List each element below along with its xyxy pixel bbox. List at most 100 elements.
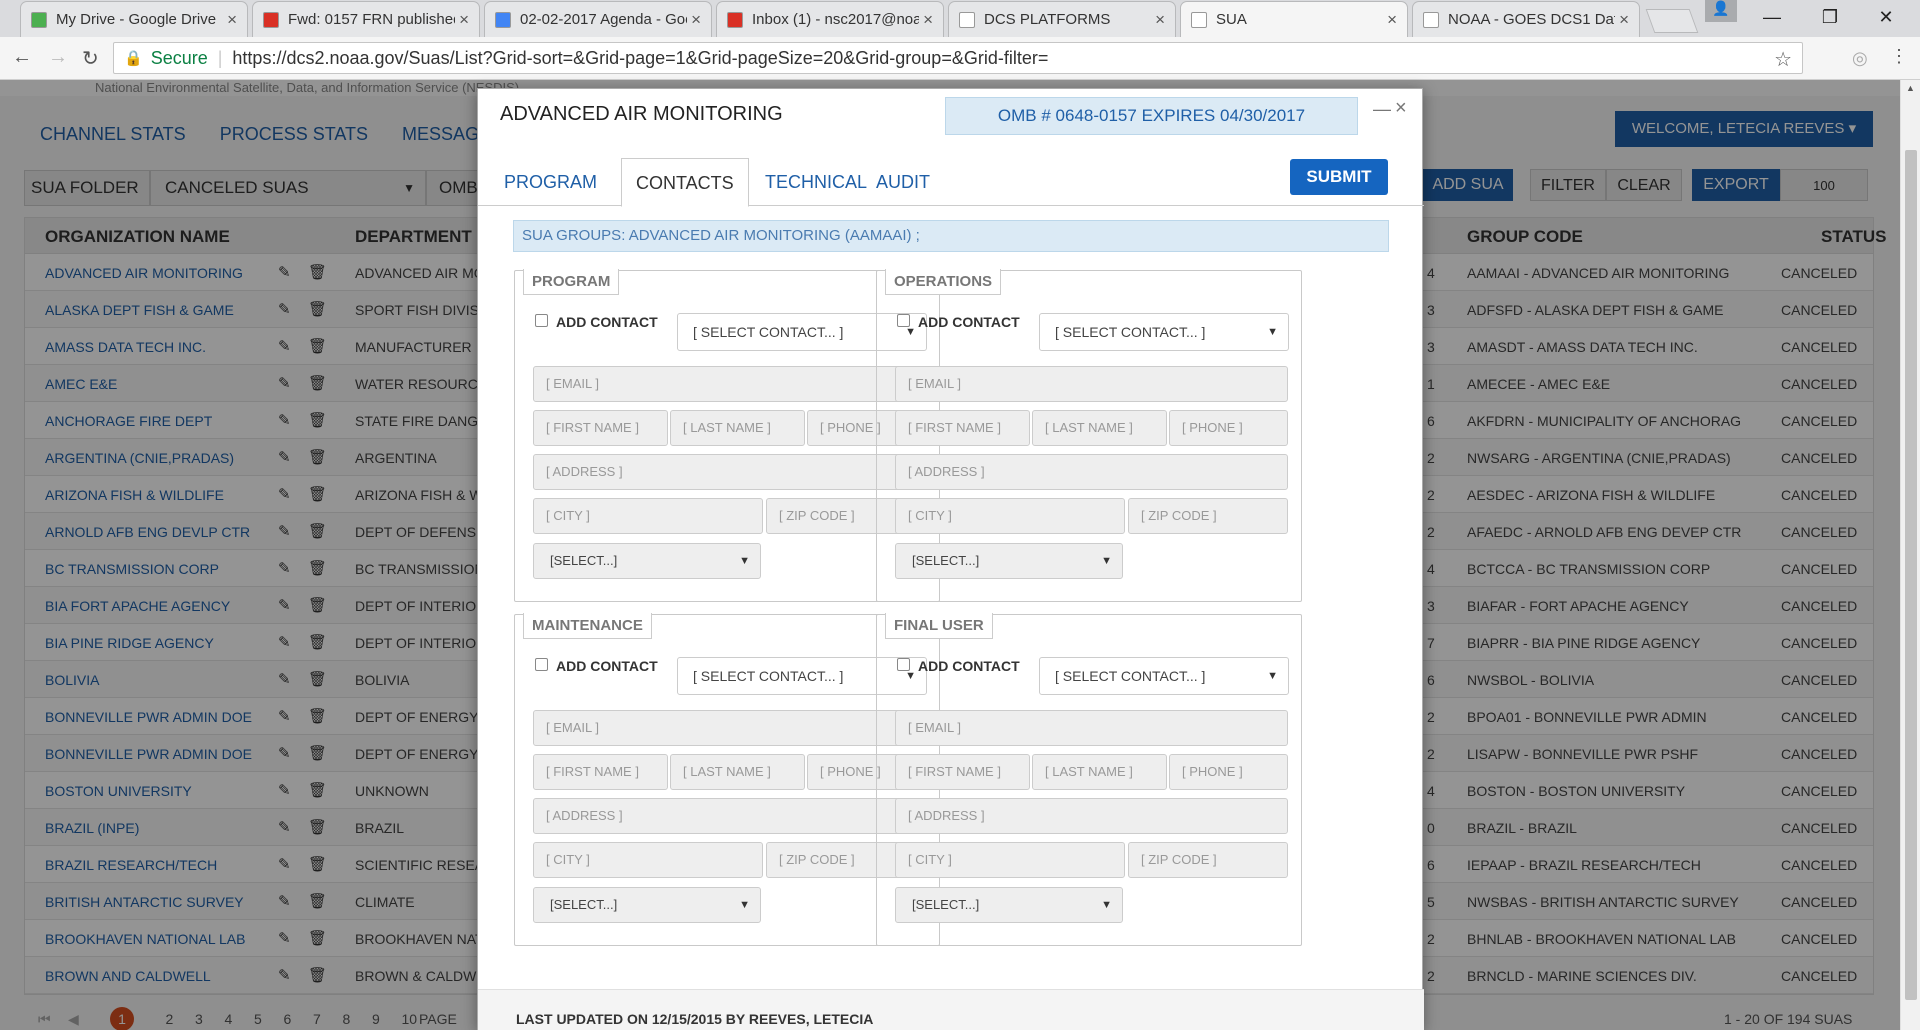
close-tab-icon[interactable]: × [459,10,469,30]
add-contact-checkbox[interactable] [535,314,548,327]
add-contact-label: ADD CONTACT [556,658,658,674]
close-tab-icon[interactable]: × [691,10,701,30]
chevron-down-icon: ▼ [1267,670,1278,682]
phone-field[interactable]: [ PHONE ] [1169,410,1288,446]
browser-tab-title: Fwd: 0157 FRN published [288,11,456,28]
last-name-field[interactable]: [ LAST NAME ] [670,754,805,790]
browser-menu-icon[interactable]: ⋮ [1890,46,1908,67]
last-updated-text: LAST UPDATED ON 12/15/2015 BY REEVES, LE… [516,1011,874,1027]
browser-tab[interactable]: Fwd: 0157 FRN published × [252,1,480,37]
city-field[interactable]: [ CITY ] [895,842,1125,878]
add-contact-checkbox[interactable] [897,658,910,671]
state-select[interactable]: [SELECT...] ▼ [533,887,761,923]
browser-tab-title: Inbox (1) - nsc2017@noaa.gov [752,11,920,28]
zip-code-field[interactable]: [ ZIP CODE ] [1128,498,1288,534]
extension-icon[interactable]: ◎ [1852,48,1868,69]
close-modal-icon[interactable]: × [1395,97,1407,120]
state-select-value: [SELECT...] [550,897,618,912]
scrollbar-thumb[interactable] [1905,150,1917,1000]
email-field[interactable]: [ EMAIL ] [533,710,926,746]
browser-tab-title: SUA [1216,11,1247,28]
chevron-down-icon: ▼ [739,555,750,567]
last-name-field[interactable]: [ LAST NAME ] [1032,410,1167,446]
submit-button[interactable]: SUBMIT [1290,159,1388,195]
first-name-field[interactable]: [ FIRST NAME ] [895,410,1030,446]
reload-icon[interactable]: ↻ [82,46,99,71]
modal-tabs: PROGRAM CONTACTS TECHNICAL AUDIT [478,158,1424,207]
zip-code-field[interactable]: [ ZIP CODE ] [1128,842,1288,878]
page-scrollbar[interactable]: ▲ [1900,80,1920,1030]
city-field[interactable]: [ CITY ] [533,498,763,534]
gmail-icon [263,11,279,28]
tab-program[interactable]: PROGRAM [490,158,611,206]
email-field[interactable]: [ EMAIL ] [895,710,1288,746]
url-separator: | [217,47,223,68]
url-text: https://dcs2.noaa.gov/Suas/List?Grid-sor… [232,47,1049,68]
first-name-field[interactable]: [ FIRST NAME ] [533,754,668,790]
city-field[interactable]: [ CITY ] [533,842,763,878]
browser-tab[interactable]: 02-02-2017 Agenda - Google Docs× [484,1,712,37]
browser-tab[interactable]: NOAA - GOES DCS1 Data × [1412,1,1640,37]
state-select[interactable]: [SELECT...] ▼ [895,543,1123,579]
last-name-field[interactable]: [ LAST NAME ] [1032,754,1167,790]
browser-tab-title: 02-02-2017 Agenda - Google Docs [520,11,687,28]
phone-field[interactable]: [ PHONE ] [1169,754,1288,790]
chevron-down-icon: ▼ [739,899,750,911]
address-field[interactable]: [ ADDRESS ] [895,798,1288,834]
modal-title: ADVANCED AIR MONITORING [500,103,783,125]
state-select[interactable]: [SELECT...] ▼ [533,543,761,579]
new-tab-button[interactable] [1645,9,1699,33]
address-field[interactable]: [ ADDRESS ] [533,454,926,490]
profile-icon[interactable]: 👤 [1705,0,1737,22]
close-tab-icon[interactable]: × [1619,10,1629,30]
section-title: OPERATIONS [885,269,1002,295]
scroll-up-icon[interactable]: ▲ [1906,83,1915,93]
forward-arrow-icon[interactable]: → [48,46,68,69]
email-field[interactable]: [ EMAIL ] [533,366,926,402]
add-contact-label: ADD CONTACT [556,314,658,330]
close-tab-icon[interactable]: × [227,10,237,30]
minimize-modal-icon[interactable]: — [1373,99,1391,120]
close-window-icon[interactable]: ✕ [1862,0,1910,36]
close-tab-icon[interactable]: × [923,10,933,30]
omb-expiry-badge: OMB # 0648-0157 EXPIRES 04/30/2017 [945,97,1358,135]
section-title: MAINTENANCE [523,613,652,639]
select-contact-dropdown[interactable]: [ SELECT CONTACT... ] ▼ [1039,313,1289,351]
first-name-field[interactable]: [ FIRST NAME ] [533,410,668,446]
back-arrow-icon[interactable]: ← [12,46,32,69]
add-contact-checkbox[interactable] [897,314,910,327]
browser-tab[interactable]: DCS PLATFORMS × [948,1,1176,37]
url-input[interactable]: 🔒 Secure | https://dcs2.noaa.gov/Suas/Li… [113,42,1803,74]
browser-tab[interactable]: Inbox (1) - nsc2017@noaa.gov× [716,1,944,37]
bookmark-star-icon[interactable]: ☆ [1774,47,1792,72]
browser-tab-title: DCS PLATFORMS [984,11,1111,28]
last-name-field[interactable]: [ LAST NAME ] [670,410,805,446]
state-select[interactable]: [SELECT...] ▼ [895,887,1123,923]
section-title: FINAL USER [885,613,993,639]
edit-sua-modal: ADVANCED AIR MONITORING OMB # 0648-0157 … [477,88,1424,1030]
add-contact-label: ADD CONTACT [918,314,1020,330]
address-field[interactable]: [ ADDRESS ] [895,454,1288,490]
state-select-value: [SELECT...] [912,897,980,912]
minimize-window-icon[interactable]: — [1748,0,1796,36]
tab-audit[interactable]: AUDIT [862,158,944,206]
first-name-field[interactable]: [ FIRST NAME ] [895,754,1030,790]
restore-window-icon[interactable]: ❐ [1806,0,1854,36]
tab-contacts[interactable]: CONTACTS [621,158,749,207]
browser-tab-title: My Drive - Google Drive [56,11,217,28]
address-field[interactable]: [ ADDRESS ] [533,798,926,834]
select-contact-dropdown[interactable]: [ SELECT CONTACT... ] ▼ [1039,657,1289,695]
close-tab-icon[interactable]: × [1155,10,1165,30]
city-field[interactable]: [ CITY ] [895,498,1125,534]
select-contact-value: [ SELECT CONTACT... ] [693,668,844,684]
add-contact-checkbox[interactable] [535,658,548,671]
address-bar: ← → ↻ 🔒 Secure | https://dcs2.noaa.gov/S… [0,37,1920,80]
drive-icon [31,11,47,28]
select-contact-value: [ SELECT CONTACT... ] [693,324,844,340]
close-tab-icon[interactable]: × [1387,10,1397,30]
contact-section-final-user: FINAL USER ADD CONTACT [ SELECT CONTACT...… [876,613,1302,946]
page-icon [1191,11,1207,28]
email-field[interactable]: [ EMAIL ] [895,366,1288,402]
browser-tab[interactable]: SUA × [1180,1,1408,37]
browser-tab[interactable]: My Drive - Google Drive × [20,1,248,37]
